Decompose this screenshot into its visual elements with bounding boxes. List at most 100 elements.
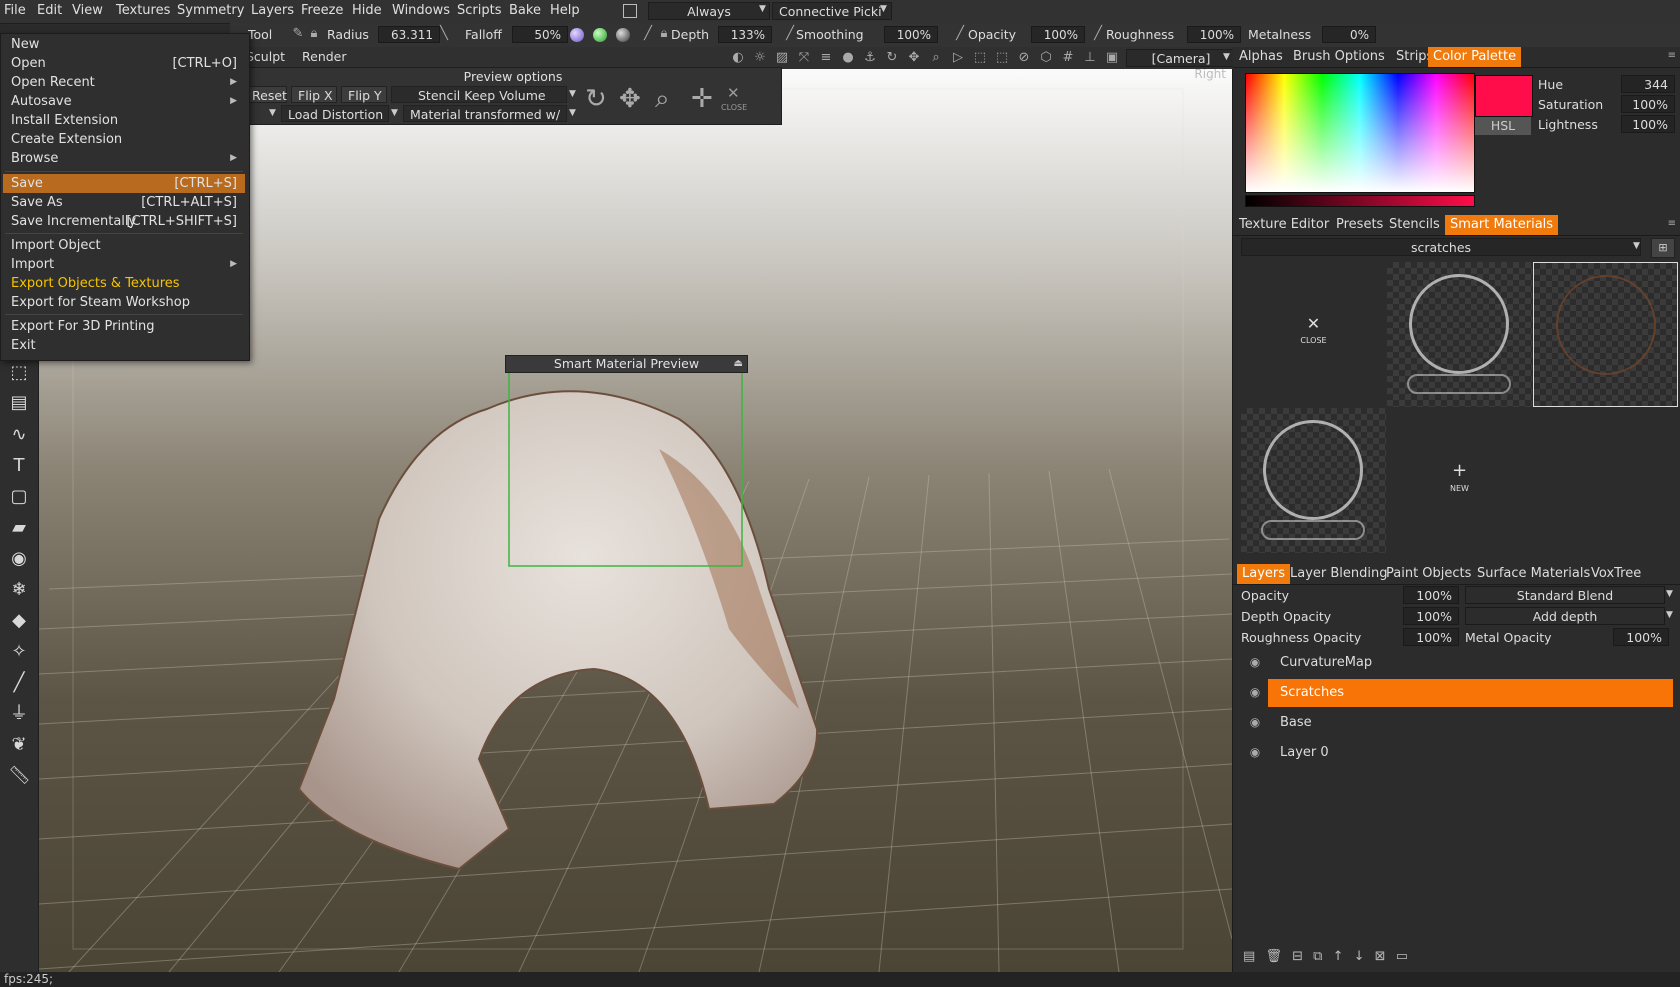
load-distortion-button[interactable]: Load Distortion — [281, 105, 389, 122]
tab-color-palette[interactable]: Color Palette — [1428, 47, 1522, 67]
measure-icon[interactable]: 📏︎ — [8, 765, 31, 787]
material-sphere-icon[interactable] — [570, 28, 584, 42]
metal-opacity-label[interactable]: Metal Opacity — [1465, 630, 1552, 645]
opacity-field[interactable]: 100% — [1031, 26, 1085, 43]
menu-layers[interactable]: Layers — [251, 3, 294, 18]
grid-icon[interactable]: # — [1060, 50, 1076, 66]
menu-windows[interactable]: Windows — [392, 3, 450, 18]
hue-label[interactable]: Hue — [1538, 77, 1563, 92]
ruler-fill-icon[interactable]: ◆ — [8, 610, 30, 632]
menu-freeze[interactable]: Freeze — [301, 3, 343, 18]
menu-item-save-as[interactable]: Save As [CTRL+ALT+S] — [1, 193, 247, 212]
layer-name[interactable]: Scratches — [1268, 679, 1673, 707]
tab-layer-blending[interactable]: Layer Blending — [1290, 566, 1388, 581]
cube-icon[interactable]: ⬡ — [1038, 50, 1054, 66]
smart-material-preview-header[interactable]: Smart Material Preview ⏏ — [505, 355, 748, 373]
falloff-label[interactable]: Falloff — [465, 27, 502, 42]
layer-row[interactable]: ◉ CurvatureMap — [1233, 649, 1680, 677]
eye-icon[interactable]: ◉ — [8, 548, 30, 570]
hsl-mode-button[interactable]: HSL — [1475, 117, 1531, 135]
pen-icon[interactable]: ╲ — [436, 26, 452, 42]
menu-item-browse[interactable]: Browse ▶ — [1, 149, 247, 168]
move-up-icon[interactable]: ↑ — [1333, 949, 1344, 964]
pen-icon[interactable]: ╱ — [1090, 26, 1106, 42]
close-material-tile[interactable]: ✕ CLOSE — [1241, 262, 1386, 407]
tab-texture-editor[interactable]: Texture Editor — [1239, 217, 1329, 232]
anchor-icon[interactable]: ⚓︎ — [862, 50, 878, 66]
menu-item-open-recent[interactable]: Open Recent ▶ — [1, 73, 247, 92]
rotate-icon[interactable]: ↻ — [884, 50, 900, 66]
move-icon[interactable]: ✥ — [619, 84, 641, 114]
axes-icon[interactable]: ⊥ — [1082, 50, 1098, 66]
material-thumbnail[interactable] — [1241, 408, 1386, 553]
close-icon[interactable]: ✕ — [727, 84, 740, 102]
always-checkbox[interactable] — [623, 4, 637, 18]
layer-name[interactable]: CurvatureMap — [1268, 649, 1372, 677]
zoom-icon[interactable]: ⌕ — [928, 50, 944, 66]
menu-hide[interactable]: Hide — [352, 3, 382, 18]
tab-brush-options[interactable]: Brush Options — [1293, 49, 1385, 64]
pin-icon[interactable]: ⏏ — [734, 356, 743, 372]
stencil-dropdown[interactable]: Stencil Keep Volume — [391, 86, 567, 103]
blend-mode-dropdown[interactable]: Standard Blend — [1465, 586, 1665, 604]
layer-name[interactable]: Layer 0 — [1268, 739, 1329, 767]
menu-item-install-extension[interactable]: Install Extension — [1, 111, 247, 130]
lightness-slider[interactable] — [1245, 195, 1475, 207]
merge-layer-icon[interactable]: ⊟ — [1292, 949, 1303, 964]
drop-icon[interactable]: ● — [840, 50, 856, 66]
layer-opacity-field[interactable]: 100% — [1403, 586, 1459, 604]
eye-icon[interactable]: ◉ — [1247, 715, 1263, 731]
fit-pen-icon[interactable]: ⬚ — [994, 50, 1010, 66]
eraser-icon[interactable]: ▰ — [8, 517, 30, 539]
menu-item-save[interactable]: Save [CTRL+S] — [3, 174, 245, 193]
smoothing-field[interactable]: 100% — [884, 26, 938, 43]
menu-item-open[interactable]: Open [CTRL+O] — [1, 54, 247, 73]
reset-button[interactable]: Reset — [245, 86, 287, 103]
brush-icon[interactable]: ✎ — [290, 26, 306, 42]
move-down-icon[interactable]: ↓ — [1354, 949, 1365, 964]
tab-voxtree[interactable]: VoxTree — [1591, 566, 1641, 581]
text-icon[interactable]: T — [8, 455, 30, 477]
stack-icon[interactable]: ≡ — [818, 50, 834, 66]
contrast-icon[interactable]: ◐ — [730, 50, 746, 66]
menu-edit[interactable]: Edit — [37, 3, 62, 18]
eye-icon[interactable]: ◉ — [1247, 745, 1263, 761]
freeze-icon[interactable]: ❄ — [8, 579, 30, 601]
falloff-field[interactable]: 50% — [512, 26, 568, 43]
menu-textures[interactable]: Textures — [116, 3, 170, 18]
sculpt-room-tab[interactable]: Sculpt — [246, 49, 285, 64]
material-folder-dropdown[interactable]: scratches — [1241, 238, 1641, 256]
depth-opacity-label[interactable]: Depth Opacity — [1241, 609, 1331, 624]
flip-x-button[interactable]: Flip X — [291, 86, 337, 103]
metal-opacity-field[interactable]: 100% — [1613, 628, 1669, 646]
menu-item-import[interactable]: Import ▶ — [1, 255, 247, 274]
menu-scripts[interactable]: Scripts — [457, 3, 501, 18]
lock-icon[interactable]: 🔒︎ — [656, 26, 672, 42]
lightness-field[interactable]: 100% — [1621, 115, 1675, 133]
eye-icon[interactable]: ◉ — [1247, 685, 1263, 701]
current-color-swatch[interactable] — [1475, 75, 1533, 117]
material-transformed-dropdown[interactable]: Material transformed w/ — [403, 105, 567, 122]
add-folder-icon[interactable]: ⊞ — [1651, 238, 1675, 258]
hue-field[interactable]: 344 — [1621, 75, 1675, 93]
render-room-tab[interactable]: Render — [302, 49, 347, 64]
layer-row-selected[interactable]: ◉ Scratches — [1233, 679, 1680, 707]
material-thumbnail[interactable] — [1387, 262, 1532, 407]
menu-item-exit[interactable]: Exit — [1, 336, 247, 355]
menu-view[interactable]: View — [72, 3, 103, 18]
smoothing-label[interactable]: Smoothing — [796, 27, 864, 42]
depth-label[interactable]: Depth — [671, 27, 709, 42]
picker-icon[interactable]: ⤧ — [796, 50, 812, 66]
material-thumbnail-selected[interactable] — [1533, 262, 1678, 407]
roughness-opacity-field[interactable]: 100% — [1403, 628, 1459, 646]
no-symmetry-icon[interactable]: ⊘ — [1016, 50, 1032, 66]
saturation-field[interactable]: 100% — [1621, 95, 1675, 113]
menu-file[interactable]: File — [4, 3, 26, 18]
layer-name[interactable]: Base — [1268, 709, 1312, 737]
connective-picking-dropdown[interactable]: Connective Picki — [772, 2, 892, 20]
tab-smart-materials[interactable]: Smart Materials — [1445, 215, 1559, 235]
menu-item-autosave[interactable]: Autosave ▶ — [1, 92, 247, 111]
pen-tool-icon[interactable]: ╱ — [8, 672, 30, 694]
tab-paint-objects[interactable]: Paint Objects — [1386, 566, 1471, 581]
color-spectrum-picker[interactable] — [1245, 73, 1475, 193]
